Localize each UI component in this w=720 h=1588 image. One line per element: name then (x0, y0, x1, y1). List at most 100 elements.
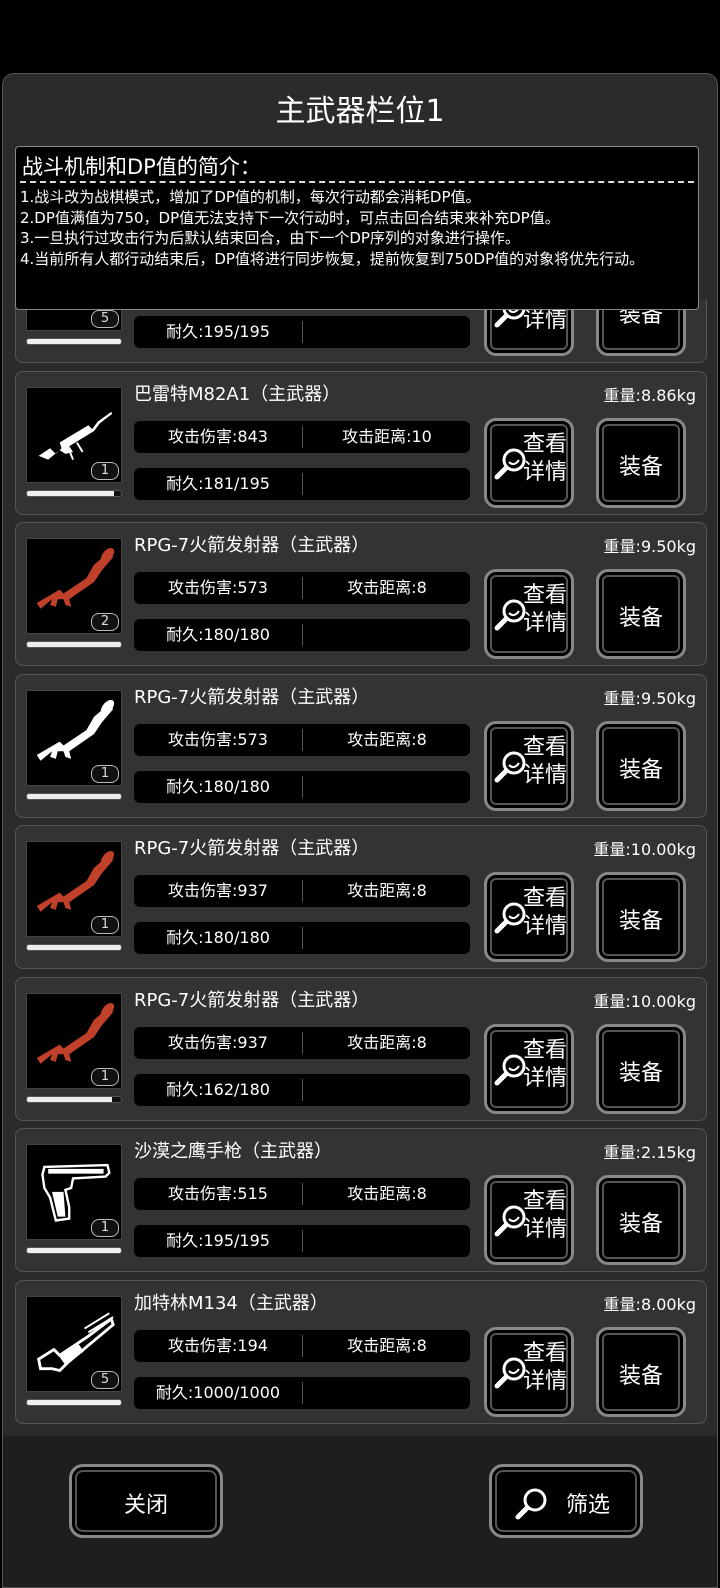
view-details-button[interactable]: 查看 详情 (484, 872, 574, 962)
quantity-badge: 1 (91, 916, 119, 934)
durability-bar (26, 641, 122, 648)
durability-fill (27, 1399, 121, 1405)
equip-button[interactable]: 装备 (596, 1023, 686, 1114)
weapon-thumbnail[interactable]: 1 (26, 386, 122, 483)
attack-damage: 攻击伤害:194 (168, 1335, 268, 1355)
divider (302, 1334, 303, 1357)
weapon-weight: 重量:10.00kg (593, 840, 696, 859)
attack-range: 攻击距离:8 (347, 1335, 427, 1355)
equip-button[interactable]: 装备 (596, 720, 686, 811)
rocket-launcher-icon (36, 547, 115, 609)
divider (302, 927, 303, 949)
durability-fill (27, 945, 121, 950)
filter-label: 筛选 (566, 1493, 611, 1518)
info-line: 4.当前所有人都行动结束后，DP值将进行同步恢复，提前恢复到750DP值的对象将… (20, 249, 645, 268)
weapon-weight: 重量:8.00kg (603, 1294, 696, 1314)
weapon-item[interactable]: 1 RPG-7火箭发射器（主武器） 重量:10.00kg 攻击伤害:937 攻击… (15, 976, 707, 1121)
weapon-item[interactable]: 1 RPG-7火箭发射器（主武器） 重量:10.00kg 攻击伤害:937 攻击… (15, 825, 707, 969)
quantity-badge: 1 (91, 1219, 119, 1237)
divider (302, 577, 303, 599)
weapon-slot-panel: 主武器栏位1 5 攻击伤害:672 攻击距离:10 耐久:195/195 查 (2, 73, 718, 1588)
quantity-badge: 5 (91, 1370, 119, 1389)
minigun-icon (37, 1311, 115, 1372)
view-details-label: 查看 详情 (523, 431, 573, 487)
weapon-weight: 重量:2.15kg (603, 1143, 696, 1162)
attack-damage: 攻击伤害:573 (168, 578, 268, 597)
equip-label: 装备 (618, 1060, 663, 1086)
weapon-thumbnail[interactable]: 5 (26, 1295, 122, 1392)
durability-value: 耐久:195/195 (166, 1231, 270, 1250)
weapon-weight: 重量:9.50kg (603, 537, 696, 556)
view-details-button[interactable]: 查看 详情 (484, 417, 574, 508)
attack-damage: 攻击伤害:937 (168, 881, 268, 900)
rocket-launcher-icon (36, 1002, 115, 1064)
equip-button[interactable]: 装备 (596, 872, 686, 962)
equip-button[interactable]: 装备 (596, 1326, 686, 1417)
weapon-item[interactable]: 2 RPG-7火箭发射器（主武器） 重量:9.50kg 攻击伤害:573 攻击距… (15, 522, 707, 666)
close-button[interactable]: 关闭 (69, 1464, 223, 1538)
divider (302, 1183, 303, 1205)
weapon-weight: 重量:9.50kg (603, 688, 696, 708)
attack-damage: 攻击伤害:573 (168, 729, 268, 749)
divider (302, 775, 303, 798)
attack-damage: 攻击伤害:937 (168, 1032, 268, 1052)
view-details-button[interactable]: 查看 详情 (484, 1023, 574, 1114)
search-icon (515, 1488, 547, 1520)
stat-row-attack: 攻击伤害:573 攻击距离:8 (134, 723, 470, 756)
divider (302, 1230, 303, 1252)
panel-title: 主武器栏位1 (275, 94, 445, 129)
quantity-badge: 1 (91, 1067, 119, 1086)
view-details-label-line: 详情 (523, 762, 568, 788)
view-details-button[interactable]: 查看 详情 (484, 720, 574, 811)
view-details-label-line: 详情 (523, 1065, 568, 1091)
weapon-thumbnail[interactable]: 1 (26, 992, 122, 1089)
weapon-thumbnail[interactable]: 1 (26, 841, 122, 937)
durability-value: 耐久:180/180 (166, 776, 270, 796)
equip-button[interactable]: 装备 (596, 417, 686, 508)
stat-row-durability: 耐久:162/180 (134, 1073, 470, 1106)
view-details-label-line: 查看 (523, 1037, 568, 1063)
view-details-label: 查看 详情 (523, 1037, 573, 1093)
weapon-item[interactable]: 1 巴雷特M82A1（主武器） 重量:8.86kg 攻击伤害:843 攻击距离:… (15, 370, 707, 515)
filter-button[interactable]: 筛选 (489, 1464, 643, 1538)
view-details-button[interactable]: 查看 详情 (484, 569, 574, 659)
divider (302, 1078, 303, 1101)
weapon-thumbnail[interactable]: 2 (26, 538, 122, 634)
weapon-item[interactable]: 5 加特林M134（主武器） 重量:8.00kg 攻击伤害:194 攻击距离:8… (15, 1279, 707, 1424)
view-details-label-line: 详情 (523, 1368, 568, 1394)
equip-button[interactable]: 装备 (596, 569, 686, 659)
divider (302, 880, 303, 902)
stat-row-attack: 攻击伤害:937 攻击距离:8 (134, 875, 470, 907)
weapon-name: 加特林M134（主武器） (134, 1292, 328, 1314)
attack-range: 攻击距离:8 (347, 578, 427, 597)
view-details-label-line: 详情 (523, 308, 568, 333)
view-details-button[interactable]: 查看 详情 (484, 1326, 574, 1417)
weapon-thumbnail[interactable]: 1 (26, 689, 122, 786)
attack-range: 攻击距离:8 (347, 1184, 427, 1203)
stat-row-durability: 耐久:195/195 (134, 316, 470, 348)
stat-row-attack: 攻击伤害:515 攻击距离:8 (134, 1178, 470, 1210)
weapon-name: 沙漠之鹰手枪（主武器） (134, 1141, 332, 1162)
stat-row-durability: 耐久:180/180 (134, 619, 470, 651)
stat-row-attack: 攻击伤害:843 攻击距离:10 (134, 420, 470, 453)
view-details-button[interactable]: 查看 详情 (484, 1175, 574, 1265)
view-details-label: 查看 详情 (523, 1340, 573, 1396)
divider (302, 1381, 303, 1404)
weapon-item[interactable]: 1 沙漠之鹰手枪（主武器） 重量:2.15kg 攻击伤害:515 攻击距离:8 … (15, 1128, 707, 1272)
durability-value: 耐久:162/180 (166, 1079, 270, 1099)
view-details-label: 查看 详情 (523, 582, 573, 638)
weapon-thumbnail[interactable]: 1 (26, 1144, 122, 1240)
durability-fill (27, 339, 121, 344)
durability-value: 耐久:181/195 (166, 473, 270, 493)
durability-value: 耐久:180/180 (166, 625, 270, 644)
weapon-list[interactable]: 5 攻击伤害:672 攻击距离:10 耐久:195/195 查看 详情 装备 (15, 299, 707, 1509)
durability-bar (26, 338, 122, 345)
sniper-rifle-icon (38, 411, 113, 460)
equip-button[interactable]: 装备 (596, 1175, 686, 1265)
view-details-label-line: 详情 (523, 914, 568, 939)
durability-value: 耐久:1000/1000 (155, 1382, 281, 1402)
equip-label: 装备 (618, 1363, 663, 1389)
durability-value: 耐久:180/180 (166, 928, 270, 947)
weapon-item[interactable]: 1 RPG-7火箭发射器（主武器） 重量:9.50kg 攻击伤害:573 攻击距… (15, 673, 707, 818)
stat-row-durability: 耐久:181/195 (134, 467, 470, 500)
